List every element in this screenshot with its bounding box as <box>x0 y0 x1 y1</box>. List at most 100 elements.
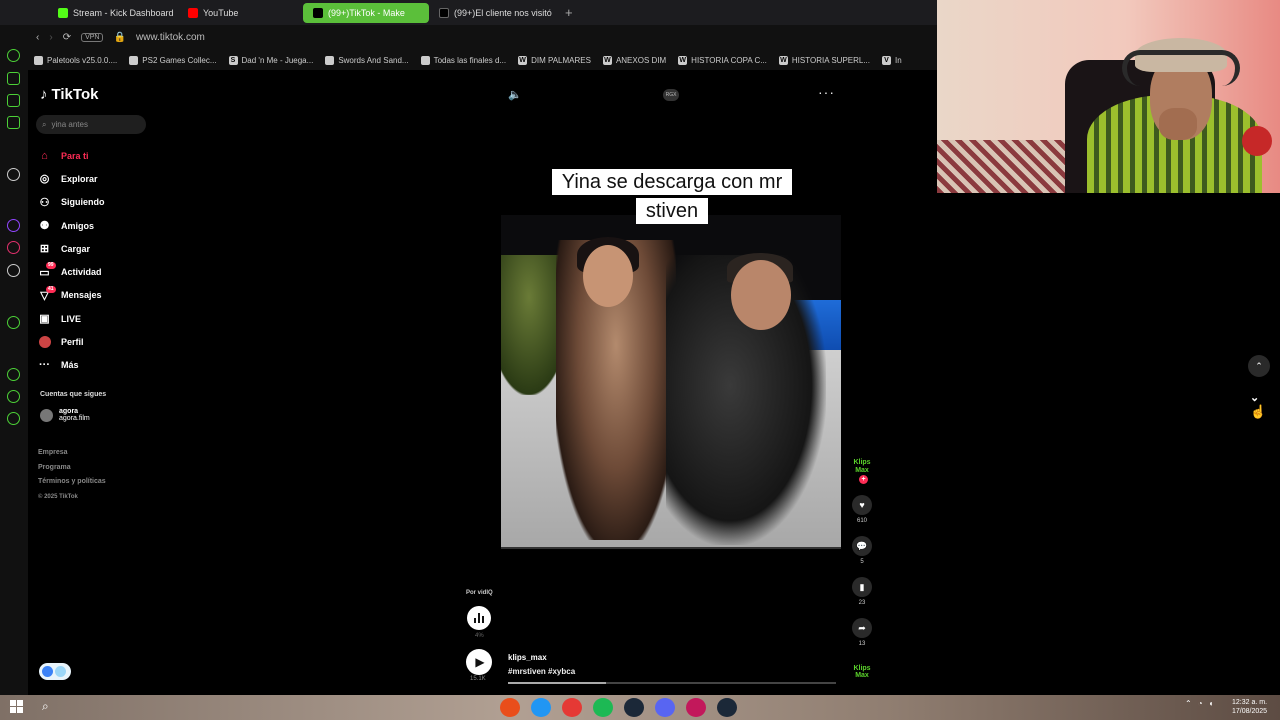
nav-label: Cargar <box>61 243 91 254</box>
nav-item-cargar[interactable]: ⊞ Cargar <box>38 237 158 260</box>
bookmark-item[interactable]: Todas las finales d... <box>420 55 506 65</box>
copyright: © 2025 TikTok <box>38 493 78 500</box>
video-player[interactable] <box>501 215 841 547</box>
clock-icon[interactable] <box>7 368 20 381</box>
footer-programa[interactable]: Programa <box>38 461 106 476</box>
taskbar-app-icon[interactable] <box>717 698 737 717</box>
aria-icon[interactable] <box>7 72 20 85</box>
screen: Stream - Kick Dashboard YouTube (99+)Tik… <box>0 0 1280 720</box>
more-options-icon[interactable]: ··· <box>818 84 835 100</box>
twitch-icon[interactable] <box>7 219 20 232</box>
taskbar-clock[interactable]: 12:32 a. m. 17/08/2025 <box>1232 698 1267 716</box>
tab-label: (99+)El cliente nos visitó <box>454 7 552 18</box>
tiktok-icon <box>439 7 449 18</box>
taskbar-app-icon[interactable] <box>686 698 706 717</box>
x-icon[interactable] <box>7 264 20 277</box>
footer-empresa[interactable]: Empresa <box>38 446 106 461</box>
creator-avatar[interactable]: Klips Max + <box>850 459 874 484</box>
bookmark-item[interactable]: W DIM PALMARES <box>518 55 591 65</box>
follow-plus-icon[interactable]: + <box>859 475 868 484</box>
save-button[interactable]: ▮ <box>852 577 872 597</box>
bookmark-item[interactable]: S Dad 'n Me - Juega... <box>228 55 314 65</box>
tiktok-nav: ⌂ Para ti ◎ Explorar ⚇ Siguiendo ⚉ Amigos ⊞ Carga… <box>38 144 158 377</box>
taskbar-apps <box>500 698 737 717</box>
tab-tiktok[interactable]: (99+)TikTok - Make <box>303 2 429 23</box>
music-disc[interactable]: Klips Max <box>851 665 873 683</box>
player-icon[interactable] <box>7 316 20 329</box>
heart-icon: ♥ <box>859 500 865 510</box>
volume-tray-icon[interactable]: ◖ <box>1209 699 1214 708</box>
video-hashtags[interactable]: #mrstiven #xybca <box>508 667 575 676</box>
taskbar-app-icon[interactable] <box>531 698 551 717</box>
nav-item-mensajes[interactable]: ▽ 41 Mensajes <box>38 284 158 307</box>
back-icon[interactable]: ‹ <box>36 32 39 43</box>
opera-widget[interactable] <box>39 663 71 680</box>
nav-label: Actividad <box>61 267 102 278</box>
instagram-icon[interactable] <box>7 241 20 254</box>
bookmark-item[interactable]: W ANEXOS DIM <box>602 55 666 65</box>
bookmark-label: Dad 'n Me - Juega... <box>241 55 314 65</box>
seek-bar[interactable] <box>508 682 836 684</box>
gx-icon[interactable] <box>7 94 20 107</box>
nav-label: Perfil <box>61 337 84 348</box>
user-follow-icon: ⚇ <box>39 196 50 209</box>
maps-icon[interactable] <box>7 116 20 129</box>
tiktok-logo[interactable]: ♪ TikTok <box>40 86 98 103</box>
play-button[interactable]: ▶ <box>466 649 492 675</box>
taskbar-app-icon[interactable] <box>624 698 644 717</box>
search-input[interactable]: ⌕ yina antes <box>36 115 146 134</box>
tab-el-cliente[interactable]: (99+)El cliente nos visitó <box>429 3 557 23</box>
bookmark-icon: ▮ <box>859 581 865 592</box>
taskbar-app-icon[interactable] <box>655 698 675 717</box>
kick-icon[interactable] <box>7 168 20 181</box>
bookmark-item[interactable]: Paletools v25.0.0.... <box>34 55 117 65</box>
vpn-badge[interactable]: VPN <box>81 33 104 42</box>
nav-item-más[interactable]: ··· Más <box>38 354 158 377</box>
url-field[interactable]: www.tiktok.com <box>136 32 205 43</box>
volume-icon[interactable]: 🔈 <box>508 88 522 101</box>
video-author[interactable]: klips_max <box>508 653 547 662</box>
bookmark-item[interactable]: W HISTORIA COPA C... <box>678 55 767 65</box>
bookmark-item[interactable]: W HISTORIA SUPERL... <box>778 55 870 65</box>
next-video-button[interactable]: ⌄ <box>1250 391 1259 404</box>
share-count: 13 <box>858 641 866 647</box>
footer-terminos[interactable]: Términos y políticas <box>38 475 106 490</box>
taskbar-app-icon[interactable] <box>500 698 520 717</box>
vidiq-stats-button[interactable] <box>467 606 491 630</box>
kick-icon <box>58 7 68 18</box>
settings-icon[interactable] <box>7 412 20 425</box>
bookmark-item[interactable]: V In <box>882 55 902 65</box>
history-icon[interactable] <box>7 49 20 62</box>
nav-label: Explorar <box>61 173 98 184</box>
nav-item-siguiendo[interactable]: ⚇ Siguiendo <box>38 191 158 214</box>
nav-item-live[interactable]: ▣ LIVE <box>38 307 158 330</box>
windows-start-icon[interactable] <box>10 700 23 713</box>
previous-video-button[interactable]: ⌃ <box>1248 355 1270 377</box>
nav-item-para-ti[interactable]: ⌂ Para ti <box>38 144 158 167</box>
like-button[interactable]: ♥ <box>852 495 872 515</box>
forward-icon[interactable]: › <box>49 32 52 43</box>
new-tab-button[interactable]: + <box>557 5 581 20</box>
following-item-agora[interactable]: agora agora.film <box>40 408 90 422</box>
nav-item-actividad[interactable]: ▭ 99 Actividad <box>38 260 158 283</box>
reload-icon[interactable]: ⟳ <box>63 32 71 43</box>
nav-item-perfil[interactable]: Perfil <box>38 330 158 353</box>
comment-button[interactable]: 💬 <box>852 536 872 556</box>
tray-chevron-icon[interactable]: ⌃ <box>1185 699 1192 708</box>
bookmark-item[interactable]: PS2 Games Collec... <box>129 55 217 65</box>
share-button[interactable]: ➦ <box>852 618 872 638</box>
nav-item-explorar[interactable]: ◎ Explorar <box>38 167 158 190</box>
extensions-icon[interactable] <box>7 390 20 403</box>
wifi-icon[interactable]: ◔ <box>1198 699 1203 708</box>
bookmark-favicon-icon <box>420 55 430 65</box>
taskbar-app-icon[interactable] <box>593 698 613 717</box>
nav-item-amigos[interactable]: ⚉ Amigos <box>38 214 158 237</box>
nav-label: LIVE <box>61 313 82 324</box>
tab-youtube[interactable]: YouTube <box>178 3 303 23</box>
lock-icon: 🔒 <box>113 32 126 43</box>
search-value: yina antes <box>51 120 88 129</box>
taskbar-search-icon[interactable]: ⌕ <box>42 699 49 714</box>
taskbar-app-icon[interactable] <box>562 698 582 717</box>
bookmark-item[interactable]: Swords And Sand... <box>325 55 409 65</box>
tab-kick-dashboard[interactable]: Stream - Kick Dashboard <box>48 3 178 23</box>
